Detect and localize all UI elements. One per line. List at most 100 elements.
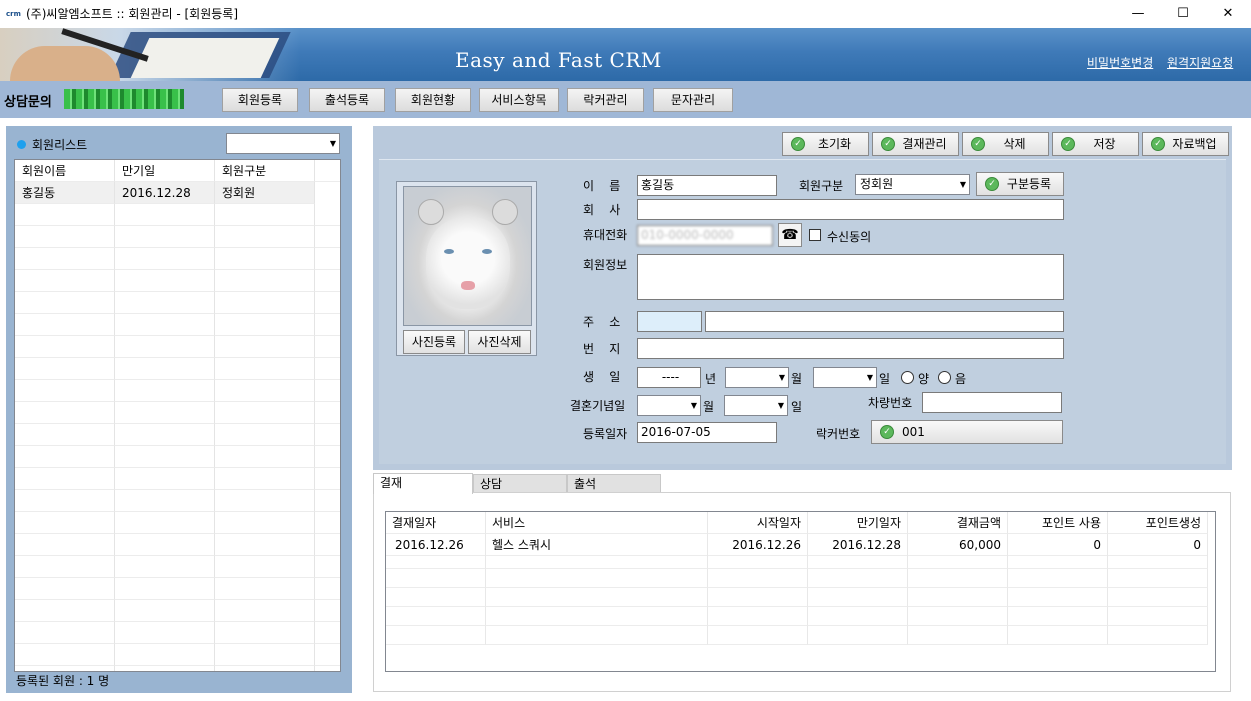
car-number-input[interactable] xyxy=(922,392,1062,413)
col-header-name[interactable]: 회원이름 xyxy=(15,160,115,182)
col-header-expiry-date[interactable]: 만기일자 xyxy=(808,512,908,534)
empty-cell xyxy=(315,490,340,512)
empty-cell xyxy=(1008,569,1108,588)
birth-month-select[interactable]: ▼ xyxy=(725,367,789,388)
member-info-label: 회원정보 xyxy=(583,258,628,272)
empty-cell xyxy=(315,512,340,534)
chevron-down-icon[interactable]: ▼ xyxy=(691,401,697,410)
anniv-month-select[interactable]: ▼ xyxy=(637,395,701,416)
detail-address-input[interactable] xyxy=(637,338,1064,359)
tab-consult[interactable]: 상담 xyxy=(473,474,567,494)
col-header-point-used[interactable]: 포인트 사용 xyxy=(1008,512,1108,534)
empty-cell xyxy=(15,226,115,248)
backup-button[interactable]: ✓ 자료백업 xyxy=(1142,132,1229,156)
tab-payment[interactable]: 결재 xyxy=(373,473,473,494)
minimize-button[interactable]: — xyxy=(1115,0,1161,28)
save-button[interactable]: ✓ 저장 xyxy=(1052,132,1139,156)
remote-support-link[interactable]: 원격지원요청 xyxy=(1167,54,1233,71)
menu-service-items[interactable]: 서비스항목 xyxy=(479,88,559,112)
empty-cell xyxy=(115,204,215,226)
member-count: 등록된 회원 : 1 명 xyxy=(16,674,110,688)
chevron-down-icon[interactable]: ▼ xyxy=(779,373,785,382)
col-header-point-earned[interactable]: 포인트생성 xyxy=(1108,512,1208,534)
anniv-day-unit: 일 xyxy=(791,400,803,414)
photo-delete-button[interactable]: 사진삭제 xyxy=(468,330,531,354)
empty-cell xyxy=(15,534,115,556)
chevron-down-icon[interactable]: ▼ xyxy=(867,373,873,382)
empty-cell xyxy=(215,226,315,248)
sms-agree-checkbox[interactable] xyxy=(809,229,821,241)
phone-icon[interactable]: ☎ xyxy=(778,223,802,247)
name-label: 이 름 xyxy=(583,179,621,193)
birth-day-select[interactable]: ▼ xyxy=(813,367,877,388)
member-type-select[interactable]: 정회원 ▼ xyxy=(855,174,970,195)
empty-cell xyxy=(315,226,340,248)
close-button[interactable]: ✕ xyxy=(1205,0,1251,28)
phone-input[interactable]: 010-0000-0000 xyxy=(637,225,773,246)
chevron-down-icon[interactable]: ▼ xyxy=(330,139,336,148)
empty-cell xyxy=(486,550,708,569)
maximize-button[interactable]: ☐ xyxy=(1160,0,1206,28)
register-date-input[interactable]: 2016-07-05 xyxy=(637,422,777,443)
col-header-type[interactable]: 회원구분 xyxy=(215,160,315,182)
cell-expiry[interactable]: 2016.12.28 xyxy=(115,182,215,204)
empty-cell xyxy=(386,588,486,607)
check-icon: ✓ xyxy=(985,177,999,191)
empty-cell xyxy=(15,622,115,644)
member-photo xyxy=(403,186,532,326)
col-header-pay-date[interactable]: 결재일자 xyxy=(386,512,486,534)
locker-number-value: 001 xyxy=(902,425,925,439)
birth-year-input[interactable]: ---- xyxy=(637,367,701,388)
solar-radio[interactable] xyxy=(901,371,914,384)
empty-cell xyxy=(15,644,115,666)
empty-cell xyxy=(115,556,215,578)
empty-cell xyxy=(1108,607,1208,626)
empty-cell xyxy=(215,248,315,270)
name-input[interactable]: 홍길동 xyxy=(637,175,777,196)
check-icon: ✓ xyxy=(880,425,894,439)
menu-attendance[interactable]: 출석등록 xyxy=(309,88,385,112)
col-header-amount[interactable]: 결재금액 xyxy=(908,512,1008,534)
anniv-day-select[interactable]: ▼ xyxy=(724,395,788,416)
empty-cell xyxy=(386,569,486,588)
menu-member-register[interactable]: 회원등록 xyxy=(222,88,298,112)
payment-manage-button[interactable]: ✓ 결재관리 xyxy=(872,132,959,156)
zipcode-input[interactable] xyxy=(637,311,702,332)
lunar-radio[interactable] xyxy=(938,371,951,384)
delete-button[interactable]: ✓ 삭제 xyxy=(962,132,1049,156)
locker-number-button[interactable]: ✓ 001 xyxy=(871,420,1063,444)
reset-button[interactable]: ✓ 초기화 xyxy=(782,132,869,156)
empty-cell xyxy=(215,336,315,358)
payment-label: 결재관리 xyxy=(902,137,947,151)
menu-sms[interactable]: 문자관리 xyxy=(653,88,733,112)
cell-type[interactable]: 정회원 xyxy=(215,182,315,204)
chevron-down-icon[interactable]: ▼ xyxy=(960,180,966,189)
tab-attendance[interactable]: 출석 xyxy=(567,474,661,494)
type-register-button[interactable]: ✓ 구분등록 xyxy=(976,172,1064,196)
year-unit: 년 xyxy=(705,372,717,386)
empty-cell xyxy=(315,622,340,644)
col-header-start-date[interactable]: 시작일자 xyxy=(708,512,808,534)
empty-cell xyxy=(15,358,115,380)
empty-cell xyxy=(115,402,215,424)
menu-locker[interactable]: 락커관리 xyxy=(567,88,644,112)
month-unit: 월 xyxy=(791,372,803,386)
chevron-down-icon[interactable]: ▼ xyxy=(778,401,784,410)
cell-name[interactable]: 홍길동 xyxy=(15,182,115,204)
empty-cell xyxy=(215,358,315,380)
menu-member-status[interactable]: 회원현황 xyxy=(395,88,471,112)
company-input[interactable] xyxy=(637,199,1064,220)
member-info-textarea[interactable] xyxy=(637,254,1064,300)
photo-register-button[interactable]: 사진등록 xyxy=(403,330,465,354)
empty-cell xyxy=(215,512,315,534)
empty-cell xyxy=(215,402,315,424)
col-header-expiry[interactable]: 만기일 xyxy=(115,160,215,182)
col-header-service[interactable]: 서비스 xyxy=(486,512,708,534)
member-filter-select[interactable]: ▼ xyxy=(226,133,340,154)
empty-cell xyxy=(1008,588,1108,607)
empty-cell xyxy=(908,569,1008,588)
empty-cell xyxy=(908,626,1008,645)
address-input[interactable] xyxy=(705,311,1064,332)
empty-cell xyxy=(908,607,1008,626)
change-password-link[interactable]: 비밀번호변경 xyxy=(1087,54,1153,71)
